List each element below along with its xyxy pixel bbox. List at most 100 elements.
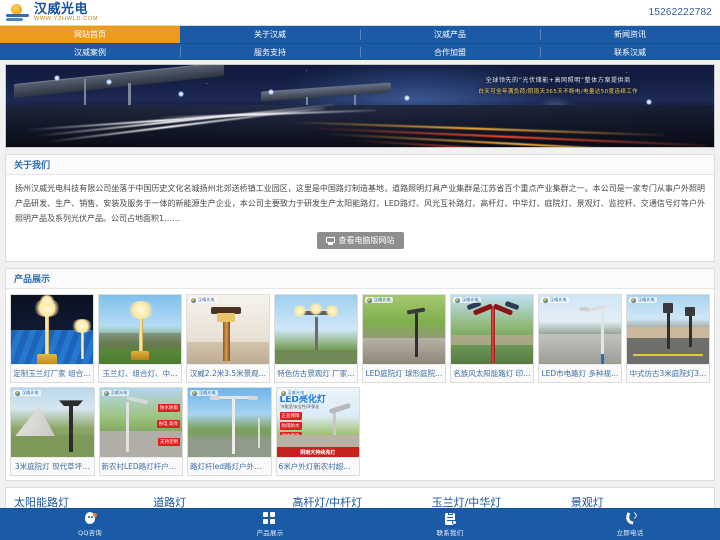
product-image: LED亮化灯 节能型/安全性/环保化 正品保障 防雨防水 远达高效 阴雨天持续亮… [276,388,359,458]
product-watermark: 汉威光电 [190,390,218,397]
product-caption: 玉兰灯、组合灯、中… [99,364,181,383]
street-lamp-glow [106,79,112,85]
bottom-bar-call-now[interactable]: 立即电话 [540,511,720,537]
bottom-bar-contact[interactable]: 联系我们 [360,511,540,537]
product-card[interactable]: 汉威光电 路灯杆led路灯户外道… [187,387,272,477]
logo[interactable]: 汉威光电 WWW.YZHWLD.COM [6,3,98,23]
banner-highway [6,103,714,147]
bottom-bar-label: 产品展示 [256,529,284,537]
product-subhead: 节能型/安全性/环保化 [280,404,320,410]
view-desktop-site-button[interactable]: 查看电脑版网站 [316,232,404,250]
monitor-icon [325,236,335,245]
nav-item-about[interactable]: 关于汉威 [180,26,360,43]
street-lamp-glow [54,75,60,81]
logo-text-url: WWW.YZHWLD.COM [34,15,99,22]
product-caption: 汉威2.2米3.5米景观… [187,364,269,383]
site-header: 汉威光电 WWW.YZHWLD.COM 15262222782 [0,0,720,26]
product-tag: 正品保障 [279,412,302,421]
nav-item-products[interactable]: 汉威产品 [360,26,540,43]
sunrise-wave-logo-icon [6,3,30,23]
product-caption: 新农村LED路灯杆户外… [99,457,182,476]
product-card[interactable]: 汉威光电 LED庭院灯 球形庭院… [362,294,446,384]
street-lamp-glow [268,89,274,95]
main-navigation: 网站首页 关于汉威 汉威产品 新闻资讯 汉威案例 服务支持 合作加盟 联系汉威 [0,26,720,60]
nav-item-news[interactable]: 新闻资讯 [540,26,720,43]
product-caption: 定制玉兰灯厂家 组合… [11,364,93,383]
product-image [99,295,181,365]
bottom-action-bar: QQ咨询 产品展示 联系我们 立即电话 [0,508,720,540]
nav-row-2: 汉威案例 服务支持 合作加盟 联系汉威 [0,43,720,60]
product-row-2: 汉威光电 3米庭院灯 现代草坪… 防水防雨 省电 高亮 支持定制 汉威光电 新农… [10,387,360,477]
nav-item-contact[interactable]: 联系汉威 [540,43,720,60]
products-title: 产品展示 [14,275,51,286]
hero-banner[interactable]: 全球领先的“光伏储能+高网照明”整体方案提供商 白天可全年满负荷/阴雨天365天… [5,64,715,148]
product-image: 汉威光电 [363,295,445,365]
product-card[interactable]: 汉威光电 汉威2.2米3.5米景观… [186,294,270,384]
product-card[interactable]: LED亮化灯 节能型/安全性/环保化 正品保障 防雨防水 远达高效 阴雨天持续亮… [275,387,360,477]
product-caption: 特色仿古景观灯 厂家… [275,364,357,383]
product-watermark: 汉威光电 [365,297,393,304]
header-phone-number[interactable]: 15262222782 [649,7,712,18]
product-watermark: 汉威光电 [453,297,481,304]
product-image [275,295,357,365]
product-caption: LED庭院灯 球形庭院… [363,364,445,383]
product-image: 汉威光电 [539,295,621,365]
product-image: 汉威光电 [627,295,709,365]
bottom-bar-qq-consult[interactable]: QQ咨询 [0,512,180,537]
products-header: 产品展示 [6,269,714,290]
product-tag: 支持定制 [158,438,180,447]
view-desktop-site-label: 查看电脑版网站 [338,236,395,246]
product-card[interactable]: 汉威光电 LED市电路灯 多种规… [538,294,622,384]
about-us-header: 关于我们 [6,155,714,175]
nav-row-1: 网站首页 关于汉威 汉威产品 新闻资讯 [0,26,720,43]
product-image: 汉威光电 [451,295,533,365]
product-caption: 3米庭院灯 现代草坪… [11,457,94,476]
phone-icon [623,511,639,525]
street-lamp-glow [178,91,184,97]
product-image: 汉威光电 [188,388,271,458]
product-watermark: 汉威光电 [101,390,130,397]
product-watermark: 汉威光电 [13,390,41,397]
product-watermark: 汉威光电 [189,297,217,304]
nav-item-home[interactable]: 网站首页 [0,26,180,43]
product-watermark: 汉威光电 [629,297,657,304]
about-us-text: 扬州汉威光电科技有限公司坐落于中国历史文化名城扬州北郊送桥镇工业园区，这里是中国… [15,184,705,223]
product-caption: LED市电路灯 多种规… [539,364,621,383]
bottom-bar-label: 联系我们 [436,529,464,537]
pc-button-row: 查看电脑版网站 [15,226,705,257]
bottom-bar-products[interactable]: 产品展示 [180,512,360,537]
street-lamp-glow [404,95,410,101]
product-card[interactable]: 汉威光电 中式仿古3米庭院灯3… [626,294,710,384]
product-caption: 中式仿古3米庭院灯3… [627,364,709,383]
products-body: 定制玉兰灯厂家 组合… 玉兰灯、组合灯、中… 汉威光电 汉威2.2米3.5米景观… [6,289,714,480]
product-card[interactable]: 汉威光电 3米庭院灯 现代草坪… [10,387,95,477]
product-image: 汉威光电 [187,295,269,365]
product-tag: 防水防雨 [158,404,180,413]
bottom-bar-label: 立即电话 [616,529,644,537]
product-card[interactable]: 防水防雨 省电 高亮 支持定制 汉威光电 新农村LED路灯杆户外… [98,387,183,477]
product-card[interactable]: 玉兰灯、组合灯、中… [98,294,182,384]
product-watermark: 汉威光电 [541,297,569,304]
about-us-panel: 关于我们 扬州汉威光电科技有限公司坐落于中国历史文化名城扬州北郊送桥镇工业园区，… [5,154,715,263]
nav-item-service[interactable]: 服务支持 [180,43,360,60]
nav-item-franchise[interactable]: 合作加盟 [360,43,540,60]
qq-penguin-icon [83,512,97,525]
product-image [11,295,93,365]
bottom-bar-label: QQ咨询 [77,529,103,537]
nav-item-cases[interactable]: 汉威案例 [0,43,180,60]
product-tag: 省电 高亮 [156,420,180,429]
grid-icon [263,512,277,525]
clipboard-icon [443,511,457,525]
product-card[interactable]: 定制玉兰灯厂家 组合… [10,294,94,384]
banner-container: 全球领先的“光伏储能+高网照明”整体方案提供商 白天可全年满负荷/阴雨天365天… [0,60,720,148]
product-caption: 名族风太阳能路灯 印… [451,364,533,383]
product-image: 防水防雨 省电 高亮 支持定制 汉威光电 [99,388,182,458]
products-panel: 产品展示 定制玉兰灯厂家 组合… 玉兰灯、组合灯、中… 汉威光电 汉威2.2米3… [5,268,715,482]
product-banner-tag: 阴雨天持续亮灯 [300,450,336,457]
product-row-1: 定制玉兰灯厂家 组合… 玉兰灯、组合灯、中… 汉威光电 汉威2.2米3.5米景观… [10,294,710,384]
about-us-body: 扬州汉威光电科技有限公司坐落于中国历史文化名城扬州北郊送桥镇工业园区，这里是中国… [6,175,714,261]
product-card[interactable]: 汉威光电 名族风太阳能路灯 印… [450,294,534,384]
product-caption: 6米户外灯新农村超亮… [276,457,359,476]
about-us-title: 关于我们 [14,161,51,171]
product-card[interactable]: 特色仿古景观灯 厂家… [274,294,358,384]
